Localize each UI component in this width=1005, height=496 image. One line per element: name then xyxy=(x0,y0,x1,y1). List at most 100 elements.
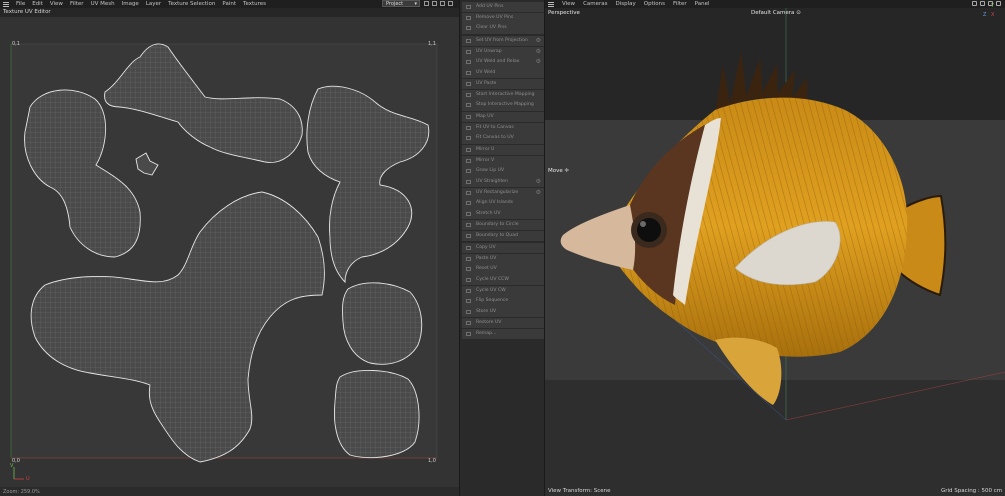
uv-menu-texture-selection[interactable]: Texture Selection xyxy=(168,1,215,7)
cmd-uv-paste-button[interactable]: UV Paste xyxy=(462,79,544,90)
command-label: Boundary to Quad xyxy=(476,232,518,238)
command-icon xyxy=(466,246,471,250)
cmd-add-uv-pins-button[interactable]: Add UV Pins xyxy=(462,2,544,13)
cmd-paste-uv-button[interactable]: Paste UV xyxy=(462,253,544,264)
gear-icon[interactable]: ⚙ xyxy=(536,36,541,46)
cmd-remap-button[interactable]: Remap... xyxy=(462,328,544,339)
projection-mode-select[interactable]: Project ▾ xyxy=(382,0,420,7)
rotate-icon[interactable] xyxy=(980,1,985,6)
uv-editor-title: Texture UV Editor xyxy=(0,8,459,17)
pan-hand-icon[interactable] xyxy=(972,1,977,6)
command-label: Mirror V xyxy=(476,157,495,163)
viewport-menu-view[interactable]: View xyxy=(562,1,575,7)
cmd-uv-straighten-button[interactable]: UV Straighten ⚙ xyxy=(462,177,544,188)
lock-icon[interactable] xyxy=(448,1,453,6)
viewport-menu-filter[interactable]: Filter xyxy=(673,1,687,7)
cmd-uv-rectangularize-button[interactable]: UV Rectangularize ⚙ xyxy=(462,187,544,199)
command-label: Mirror U xyxy=(476,147,495,152)
cmd-uv-weld-and-relax-button[interactable]: UV Weld and Relax ⚙ xyxy=(462,57,544,68)
command-label: Align UV Islands xyxy=(476,200,514,206)
command-icon xyxy=(466,256,471,261)
command-label: UV Unwrap xyxy=(476,48,502,54)
move-icon: ✛ xyxy=(564,168,570,174)
camera-name: Default Camera xyxy=(751,10,795,16)
viewport-menu-panel[interactable]: Panel xyxy=(695,1,710,7)
cmd-clear-uv-pins-button[interactable]: Clear UV Pins xyxy=(462,23,544,34)
cmd-cycle-uv-ccw-button[interactable]: Cycle UV CCW xyxy=(462,275,544,286)
layout-icon[interactable] xyxy=(424,1,429,6)
gear-icon[interactable]: ⚙ xyxy=(536,177,541,187)
cmd-store-uv-button[interactable]: Store UV xyxy=(462,307,544,318)
gear-icon[interactable]: ⚙ xyxy=(536,57,541,67)
command-icon xyxy=(466,115,471,119)
tool-label: Move ✛ xyxy=(548,168,569,174)
perspective-viewport[interactable]: View Cameras Display Options Filter Panel Per… xyxy=(545,0,1005,496)
command-label: Remap... xyxy=(476,330,497,336)
uv-menu-view[interactable]: View xyxy=(50,1,63,7)
cmd-stop-interactive-mapping-button[interactable]: Stop Interactive Mapping xyxy=(462,100,544,111)
uv-canvas[interactable]: 0,1 1,1 0,0 1,0 V U xyxy=(0,17,459,487)
grid-spacing-status: Grid Spacing : 500 cm xyxy=(941,488,1003,494)
cmd-fit-canvas-to-uv-button[interactable]: Fit Canvas to UV xyxy=(462,133,544,144)
cmd-remove-uv-pins-button[interactable]: Remove UV Pins xyxy=(462,12,544,23)
gear-icon[interactable]: ⚙ xyxy=(536,188,541,198)
command-group: Add UV Pins Remove UV Pins Clear UV Pins xyxy=(462,2,544,34)
command-icon xyxy=(466,331,471,336)
command-group: Map UV Fit UV to Canvas Fit Canvas to UV xyxy=(462,112,544,144)
viewport-menu-options[interactable]: Options xyxy=(644,1,665,7)
corner-label-bottom-right: 1,0 xyxy=(428,458,436,464)
cmd-align-uv-islands-button[interactable]: Align UV Islands xyxy=(462,198,544,209)
cmd-cycle-uv-cw-button[interactable]: Cycle UV CW xyxy=(462,285,544,297)
cmd-copy-uv-button[interactable]: Copy UV xyxy=(462,243,544,254)
cmd-mirror-u-button[interactable]: Mirror U xyxy=(462,145,544,156)
uv-menu-file[interactable]: File xyxy=(16,1,25,7)
viewport-menu-display[interactable]: Display xyxy=(616,1,636,7)
grid-icon[interactable] xyxy=(432,1,437,6)
cmd-reset-uv-button[interactable]: Reset UV xyxy=(462,264,544,275)
hamburger-menu-icon[interactable] xyxy=(3,1,9,7)
command-icon xyxy=(466,92,471,97)
cmd-restore-uv-button[interactable]: Restore UV xyxy=(462,317,544,329)
command-label: Clear UV Pins xyxy=(476,25,507,31)
command-icon xyxy=(466,278,471,283)
command-label: Add UV Pins xyxy=(476,4,504,9)
command-icon xyxy=(466,288,471,293)
uv-menu-textures[interactable]: Textures xyxy=(243,1,266,7)
command-icon xyxy=(466,201,471,206)
viewport-menu-cameras[interactable]: Cameras xyxy=(583,1,607,7)
cmd-boundary-to-quad-button[interactable]: Boundary to Quad xyxy=(462,230,544,241)
cmd-mirror-v-button[interactable]: Mirror V xyxy=(462,155,544,166)
cmd-stretch-uv-button[interactable]: Stretch UV xyxy=(462,209,544,220)
hamburger-menu-icon[interactable] xyxy=(548,1,554,7)
gear-icon[interactable]: ⚙ xyxy=(536,47,541,57)
snap-icon[interactable] xyxy=(440,1,445,6)
command-label: Store UV xyxy=(476,309,497,315)
u-axis-label: U xyxy=(26,476,30,482)
command-label: Paste UV xyxy=(476,255,497,261)
uv-menu-uv-mesh[interactable]: UV Mesh xyxy=(91,1,115,7)
camera-name-label[interactable]: Default Camera ⊙ xyxy=(751,10,801,16)
cmd-uv-unwrap-button[interactable]: UV Unwrap ⚙ xyxy=(462,46,544,57)
chevron-down-icon: ▾ xyxy=(414,1,417,7)
cmd-boundary-to-circle-button[interactable]: Boundary to Circle xyxy=(462,219,544,231)
uv-menu-filter[interactable]: Filter xyxy=(70,1,84,7)
command-label: Reset UV xyxy=(476,266,497,272)
cmd-map-uv-button[interactable]: Map UV xyxy=(462,112,544,123)
viewport-projection-label: Perspective xyxy=(548,10,580,16)
cmd-start-interactive-mapping-button[interactable]: Start Interactive Mapping xyxy=(462,89,544,100)
command-label: UV Weld xyxy=(476,70,496,76)
cmd-flip-sequence-button[interactable]: Flip Sequence xyxy=(462,296,544,307)
command-label: Stretch UV xyxy=(476,211,501,217)
maximize-icon[interactable] xyxy=(996,1,1001,6)
cmd-grow-lip-uv-button[interactable]: Grow Lip UV xyxy=(462,166,544,177)
cmd-set-uv-from-projection-button[interactable]: Set UV from Projection ⚙ xyxy=(462,36,544,47)
command-label: Set UV from Projection xyxy=(476,38,528,43)
uv-menu-image[interactable]: Image xyxy=(122,1,139,7)
uv-menu-layer[interactable]: Layer xyxy=(146,1,161,7)
uv-menu-paint[interactable]: Paint xyxy=(222,1,236,7)
uv-menu-edit[interactable]: Edit xyxy=(32,1,43,7)
command-icon xyxy=(466,125,471,130)
cmd-uv-weld-button[interactable]: UV Weld xyxy=(462,68,544,79)
command-icon xyxy=(466,60,471,65)
cmd-fit-uv-to-canvas-button[interactable]: Fit UV to Canvas xyxy=(462,122,544,133)
